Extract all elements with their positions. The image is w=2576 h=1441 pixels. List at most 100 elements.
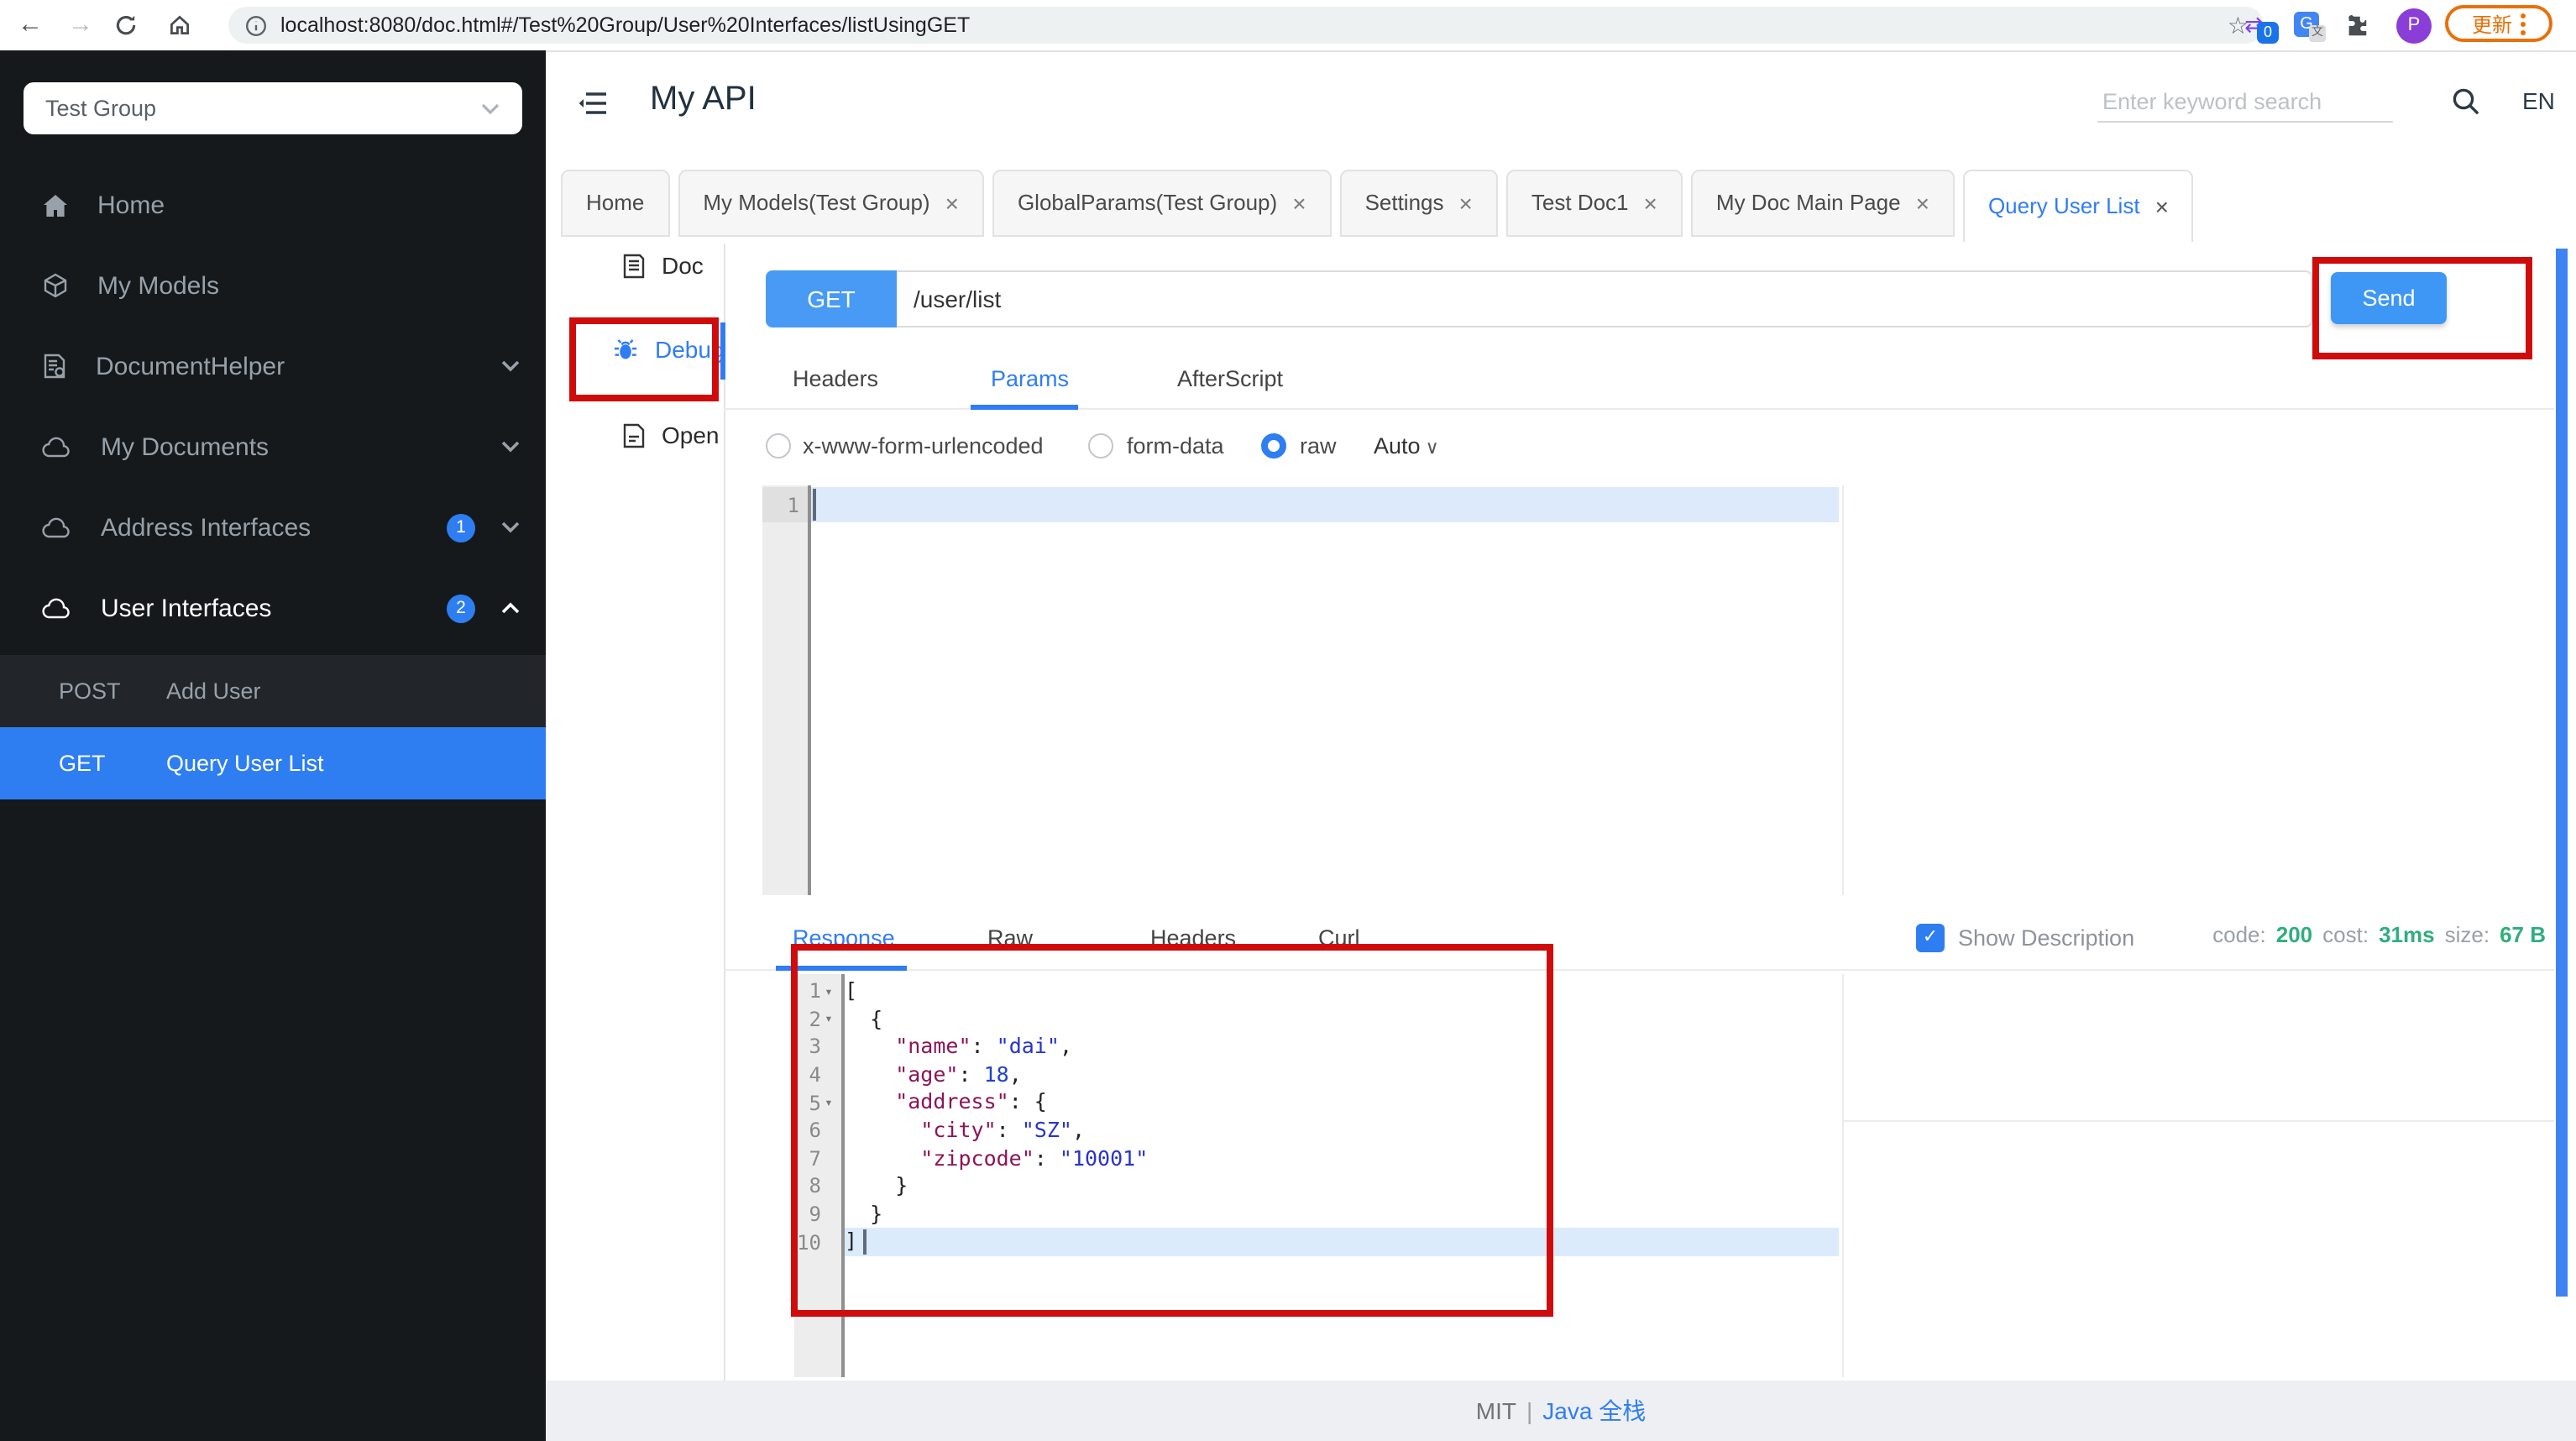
sidebar-item-my-models[interactable]: My Models (0, 245, 546, 326)
page-info-icon[interactable] (245, 14, 267, 36)
response-json-line: "age": 18, (845, 1061, 1022, 1087)
sidebar-item-address-interfaces[interactable]: Address Interfaces 1 (0, 487, 546, 568)
tab-label: Home (586, 190, 645, 215)
radio-label[interactable]: x-www-form-urlencoded (803, 433, 1044, 458)
browser-profile-avatar[interactable]: P (2396, 8, 2432, 43)
tool-open[interactable]: Open (623, 422, 720, 448)
chevron-down-icon (501, 441, 520, 453)
page-title: My API (650, 81, 757, 118)
sidebar-item-documenthelper[interactable]: DocumentHelper (0, 326, 546, 406)
browser-reload-icon[interactable] (114, 13, 148, 37)
tab-label: Test Doc1 (1531, 190, 1629, 215)
search-icon[interactable] (2452, 87, 2480, 116)
license-label: MIT (1475, 1397, 1516, 1424)
tool-doc[interactable]: Doc (623, 252, 704, 279)
language-switcher[interactable]: EN (2522, 87, 2555, 114)
response-tab-raw[interactable]: Raw (987, 925, 1033, 951)
tab-home[interactable]: Home (561, 170, 670, 237)
http-method-label: POST (59, 679, 121, 704)
update-label: 更新 (2471, 13, 2512, 36)
send-button[interactable]: Send (2331, 272, 2447, 324)
response-json-line: ] (845, 1228, 858, 1254)
document-tabstrip: Home My Models(Test Group) × GlobalParams… (561, 170, 2194, 242)
tab-query-user-list[interactable]: Query User List × (1962, 170, 2194, 242)
close-tab-icon[interactable]: × (1916, 171, 1929, 235)
browser-forward-icon[interactable]: → (64, 0, 97, 50)
stat-label: size: (2444, 922, 2490, 947)
tab-test-doc1[interactable]: Test Doc1 × (1505, 170, 1683, 237)
tool-debug[interactable]: Debug (613, 336, 725, 363)
show-description-label[interactable]: Show Description (1958, 925, 2134, 951)
group-selector-value: Test Group (45, 96, 157, 121)
browser-home-icon[interactable] (168, 13, 202, 37)
response-tab-curl[interactable]: Curl (1318, 925, 1360, 951)
radio-label[interactable]: raw (1300, 433, 1337, 458)
browser-back-icon[interactable]: ← (13, 0, 47, 50)
browser-menu-dots-icon[interactable] (2521, 21, 2526, 26)
footer-link[interactable]: Java 全栈 (1542, 1394, 1646, 1428)
close-tab-icon[interactable]: × (1292, 171, 1306, 235)
sync-badge: 0 (2257, 22, 2279, 44)
response-line-number[interactable]: 2 ▾ (794, 1005, 836, 1033)
search-input[interactable] (2099, 87, 2391, 116)
radio-x-www-form-urlencoded[interactable] (766, 433, 791, 458)
active-request-tab-underline (971, 405, 1078, 410)
response-line-number[interactable]: 5 ▾ (794, 1089, 836, 1117)
radio-form-data[interactable] (1088, 433, 1113, 458)
tab-globalparams[interactable]: GlobalParams(Test Group) × (992, 170, 1332, 237)
response-json-line: "city": "SZ", (845, 1117, 1086, 1142)
show-description-checkbox[interactable]: ✓ (1916, 924, 1945, 952)
tab-my-models[interactable]: My Models(Test Group) × (678, 170, 984, 237)
sidebar-item-my-documents[interactable]: My Documents (0, 406, 546, 487)
sidebar-item-label: DocumentHelper (96, 352, 285, 380)
sidebar-subitem-query-user-list[interactable]: GET Query User List (0, 727, 546, 799)
response-tab-headers[interactable]: Headers (1150, 925, 1236, 951)
response-line-number: 6 (809, 1119, 821, 1143)
response-line-number: 10 (797, 1230, 821, 1255)
page-scrollbar[interactable] (2556, 249, 2568, 1297)
close-tab-icon[interactable]: × (1459, 171, 1473, 235)
response-tabs-divider (724, 969, 2554, 971)
close-tab-icon[interactable]: × (945, 171, 959, 235)
request-tab-afterscript[interactable]: AfterScript (1177, 366, 1283, 391)
browser-update-button[interactable]: 更新 (2445, 5, 2552, 42)
sidebar-item-home[interactable]: Home (0, 165, 546, 245)
stat-label: cost: (2322, 922, 2369, 947)
response-line-number: 9 (809, 1203, 821, 1227)
collapse-sidebar-icon[interactable] (578, 91, 608, 116)
url-text: localhost:8080/doc.html#/Test%20Group/Us… (280, 13, 971, 37)
response-line-number[interactable]: 1 ▾ (794, 977, 836, 1005)
response-editor-cursor (863, 1229, 867, 1255)
request-body-editor[interactable] (811, 485, 1839, 895)
tab-settings[interactable]: Settings × (1339, 170, 1498, 237)
endpoint-label: Add User (166, 679, 261, 704)
translate-icon[interactable]: G (2294, 12, 2326, 42)
sidebar-item-user-interfaces[interactable]: User Interfaces 2 (0, 568, 546, 648)
extensions-puzzle-icon[interactable] (2344, 13, 2378, 37)
models-icon (44, 273, 67, 298)
request-tab-headers[interactable]: Headers (793, 366, 878, 391)
close-tab-icon[interactable]: × (2155, 175, 2169, 238)
radio-raw[interactable] (1261, 433, 1286, 458)
radio-label[interactable]: form-data (1127, 433, 1224, 458)
close-tab-icon[interactable]: × (1644, 171, 1657, 235)
response-line-number: 7 (809, 1146, 821, 1171)
response-json-line: "address": { (845, 1088, 1047, 1114)
url-bar[interactable]: localhost:8080/doc.html#/Test%20Group/Us… (228, 7, 2264, 44)
response-json-line: "name": "dai", (845, 1033, 1072, 1059)
size-value: 67 B (2500, 922, 2546, 947)
response-tab-response[interactable]: Response (793, 925, 895, 951)
request-url-input[interactable]: /user/list (897, 270, 2312, 328)
group-selector[interactable]: Test Group (24, 82, 522, 134)
tab-my-doc-main-page[interactable]: My Doc Main Page × (1690, 170, 1955, 237)
tool-label: Debug (655, 336, 725, 363)
response-line-number: 3 (809, 1035, 821, 1059)
home-icon (44, 194, 67, 216)
response-json-line: } (845, 1172, 908, 1198)
fold-arrow-icon: ▾ (825, 1095, 833, 1111)
request-method-badge: GET (766, 270, 897, 328)
sidebar-subitem-add-user[interactable]: POST Add User (0, 655, 546, 727)
format-select[interactable]: Auto (1374, 433, 1439, 458)
document-gear-icon (44, 354, 65, 379)
request-tab-params[interactable]: Params (991, 366, 1069, 391)
